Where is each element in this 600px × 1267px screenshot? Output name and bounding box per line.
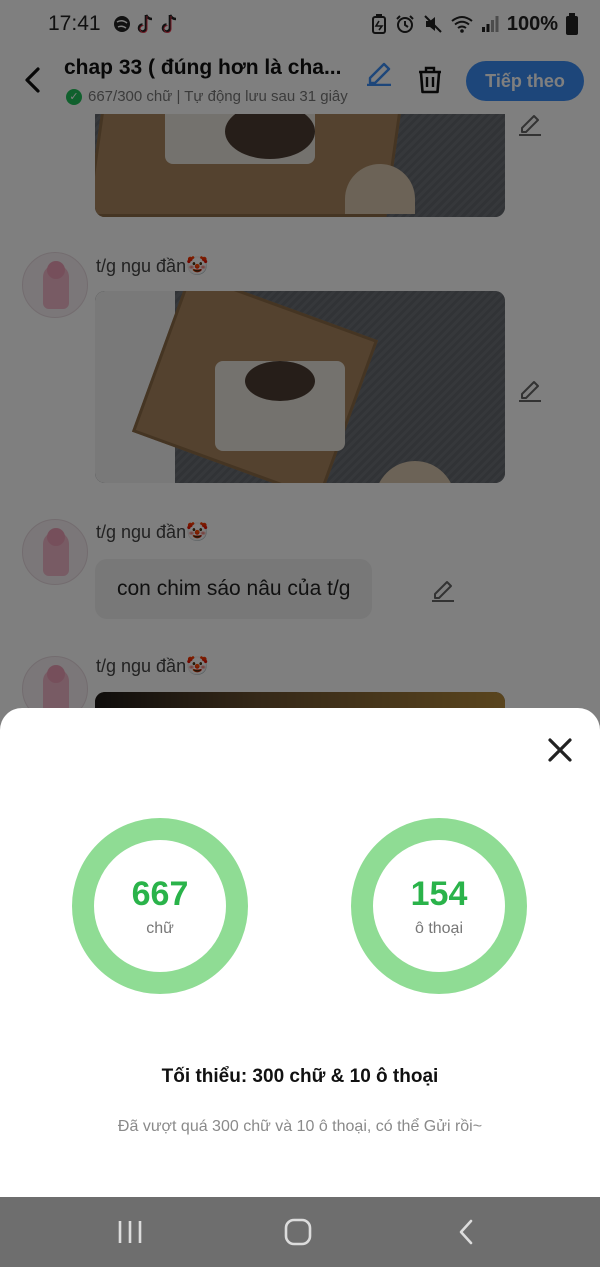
nav-recents-button[interactable] — [110, 1215, 150, 1249]
word-count-unit: chữ — [146, 920, 174, 937]
word-count-ring: 667 chữ — [72, 818, 248, 994]
close-button[interactable] — [544, 734, 576, 766]
nav-home-icon — [284, 1218, 312, 1246]
dialog-count-value: 154 — [410, 875, 468, 913]
dialog-count-ring: 154 ô thoại — [351, 818, 527, 994]
word-count-sheet: 667 chữ 154 ô thoại Tối thiểu: 300 chữ &… — [0, 708, 600, 1197]
word-count-value: 667 — [131, 875, 189, 913]
dialog-count-unit: ô thoại — [414, 920, 464, 937]
minimum-requirement: Tối thiểu: 300 chữ & 10 ô thoại — [161, 1066, 439, 1087]
nav-recent-icon — [118, 1221, 142, 1243]
nav-back-button[interactable] — [446, 1215, 486, 1249]
requirement-hint: Đã vượt quá 300 chữ và 10 ô thoại, có th… — [117, 1118, 483, 1135]
nav-back-icon — [459, 1219, 473, 1245]
system-nav-bar — [0, 1197, 600, 1267]
nav-home-button[interactable] — [278, 1215, 318, 1249]
close-icon — [548, 738, 572, 762]
